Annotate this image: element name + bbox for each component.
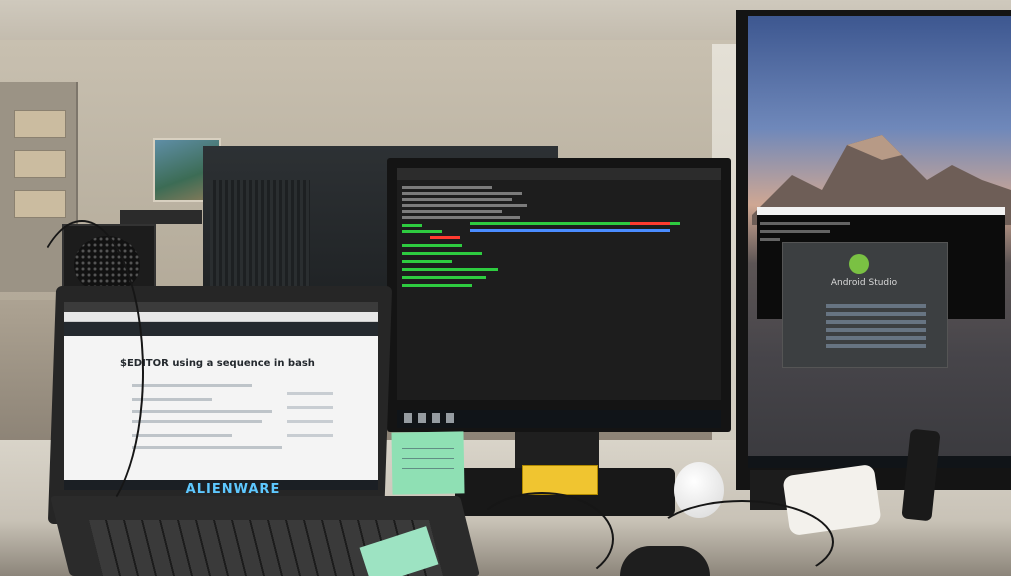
monitor-vent: [210, 180, 310, 300]
terminal-line-green: [402, 260, 452, 263]
shelf-box: [14, 190, 66, 218]
equipment-label: [120, 210, 202, 224]
android-studio-title: Android Studio: [830, 278, 898, 288]
terminal-line-green: [402, 230, 442, 233]
terminal-line-red: [430, 236, 460, 239]
text-line: [132, 434, 232, 437]
sticky-note-writing: [402, 458, 454, 459]
terminal-line: [402, 192, 522, 195]
cmd-line: [760, 238, 780, 241]
page-title: $EDITOR using a sequence in bash: [120, 358, 315, 369]
sidebar-line: [287, 420, 333, 423]
terminal-titlebar: [397, 168, 721, 180]
terminal-line-green: [402, 284, 472, 287]
terminal-line-green: [402, 268, 498, 271]
terminal-line: [402, 204, 527, 207]
explorer-icon: [446, 413, 454, 423]
sidebar-line: [287, 406, 333, 409]
profile-apk-option[interactable]: [826, 336, 926, 340]
cmd-line: [760, 222, 850, 225]
text-line: [132, 384, 252, 387]
sidebar-line: [287, 392, 333, 395]
terminal-line-blue: [470, 229, 670, 232]
cable: [20, 220, 144, 524]
terminal-line: [402, 198, 512, 201]
terminal-line-red: [630, 222, 670, 225]
text-line: [132, 420, 262, 423]
shelf-box: [14, 110, 66, 138]
sticky-note-writing: [402, 448, 454, 449]
terminal-line-green: [402, 224, 422, 227]
task-view-icon: [432, 413, 440, 423]
start-project-option[interactable]: [826, 304, 926, 308]
search-icon: [418, 413, 426, 423]
yellow-box: [522, 465, 598, 495]
vcs-checkout-option[interactable]: [826, 320, 926, 324]
start-icon: [404, 413, 412, 423]
android-studio-logo-icon: [849, 254, 869, 274]
text-line: [132, 398, 212, 401]
shelf-box: [14, 150, 66, 178]
import-project-option[interactable]: [826, 328, 926, 332]
windows-taskbar-right: [748, 456, 1011, 468]
cable: [650, 500, 834, 576]
terminal-line-green: [402, 244, 462, 247]
sidebar-line: [287, 434, 333, 437]
cable: [470, 492, 614, 576]
text-line: [132, 446, 282, 449]
sticky-note-writing: [402, 468, 454, 469]
cmd-line: [760, 230, 830, 233]
terminal-line-green: [402, 276, 486, 279]
import-sample-option[interactable]: [826, 344, 926, 348]
terminal-line: [402, 216, 520, 219]
sticky-note: [391, 431, 465, 495]
terminal-line-green: [402, 252, 482, 255]
terminal-line: [402, 210, 502, 213]
photo-scene: Android Studio $EDITOR using a sequence …: [0, 0, 1011, 576]
open-project-option[interactable]: [826, 312, 926, 316]
terminal-line: [402, 186, 492, 189]
text-line: [132, 410, 272, 413]
